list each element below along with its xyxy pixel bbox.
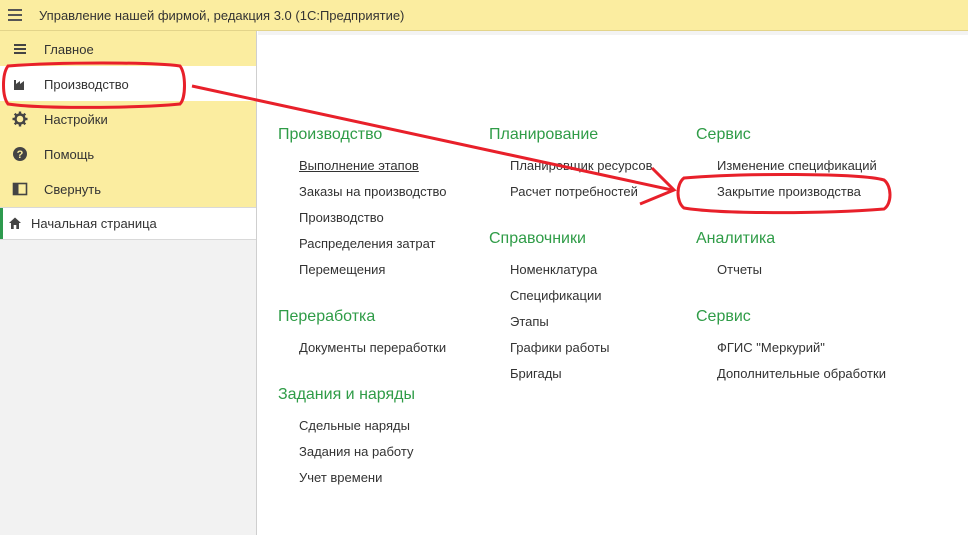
link-work-schedules[interactable]: Графики работы <box>510 340 609 355</box>
link-brigades[interactable]: Бригады <box>510 366 562 381</box>
link-stages-catalog[interactable]: Этапы <box>510 314 549 329</box>
link-stages[interactable]: Выполнение этапов <box>299 158 419 173</box>
section-panel: Главное Производство Настройки ? Помощь … <box>0 31 256 207</box>
section-title-production: Производство <box>278 126 383 143</box>
collapse-icon <box>12 182 28 196</box>
list-icon <box>14 44 26 54</box>
link-fgis-mercury[interactable]: ФГИС "Меркурий" <box>717 340 825 355</box>
sidebar-item-help[interactable]: ? Помощь <box>0 136 256 171</box>
sidebar-item-label: Помощь <box>44 147 95 162</box>
sidebar-item-label: Главное <box>44 42 94 57</box>
link-production[interactable]: Производство <box>299 210 384 225</box>
help-icon: ? <box>13 147 27 161</box>
section-title-service: Сервис <box>696 126 751 143</box>
sidebar-item-main[interactable]: Главное <box>0 31 256 66</box>
link-nomenclature[interactable]: Номенклатура <box>510 262 597 277</box>
link-demand-calculation[interactable]: Расчет потребностей <box>510 184 638 199</box>
sidebar-item-production[interactable]: Производство <box>0 66 256 101</box>
link-production-orders[interactable]: Заказы на производство <box>299 184 447 199</box>
svg-text:?: ? <box>17 149 24 161</box>
link-cost-allocation[interactable]: Распределения затрат <box>299 236 435 251</box>
sidebar-item-settings[interactable]: Настройки <box>0 101 256 136</box>
section-title-catalogs: Справочники <box>489 230 586 247</box>
gear-icon <box>12 111 28 127</box>
menu-icon[interactable] <box>8 9 22 21</box>
link-processing-documents[interactable]: Документы переработки <box>299 340 446 355</box>
link-production-closing[interactable]: Закрытие производства <box>717 184 861 199</box>
link-transfers[interactable]: Перемещения <box>299 262 385 277</box>
sidebar-item-collapse[interactable]: Свернуть <box>0 171 256 206</box>
link-piecework-orders[interactable]: Сдельные наряды <box>299 418 410 433</box>
link-time-tracking[interactable]: Учет времени <box>299 470 382 485</box>
title-bar: Управление нашей фирмой, редакция 3.0 (1… <box>0 0 968 31</box>
link-resource-planner[interactable]: Планировщик ресурсов <box>510 158 653 173</box>
factory-icon <box>14 80 24 90</box>
link-spec-change[interactable]: Изменение спецификаций <box>717 158 877 173</box>
sidebar-item-label: Свернуть <box>44 182 102 197</box>
sidebar-item-label: Производство <box>44 77 129 92</box>
home-icon <box>9 217 21 229</box>
section-title-analytics: Аналитика <box>696 230 776 247</box>
section-title-planning: Планирование <box>489 126 599 143</box>
sidebar-item-home[interactable]: Начальная страница <box>0 207 256 240</box>
sidebar: Главное Производство Настройки ? Помощь … <box>0 31 257 535</box>
link-specifications[interactable]: Спецификации <box>510 288 602 303</box>
section-title-service-2: Сервис <box>696 308 751 325</box>
main-panel <box>258 31 968 535</box>
app-title: Управление нашей фирмой, редакция 3.0 (1… <box>39 8 405 23</box>
sidebar-item-label: Настройки <box>44 112 108 127</box>
link-work-tasks[interactable]: Задания на работу <box>299 444 413 459</box>
sidebar-item-label: Начальная страница <box>31 216 157 231</box>
section-title-processing: Переработка <box>278 308 376 325</box>
link-additional-processing[interactable]: Дополнительные обработки <box>717 366 886 381</box>
link-reports[interactable]: Отчеты <box>717 262 762 277</box>
section-title-tasks: Задания и наряды <box>278 386 416 403</box>
